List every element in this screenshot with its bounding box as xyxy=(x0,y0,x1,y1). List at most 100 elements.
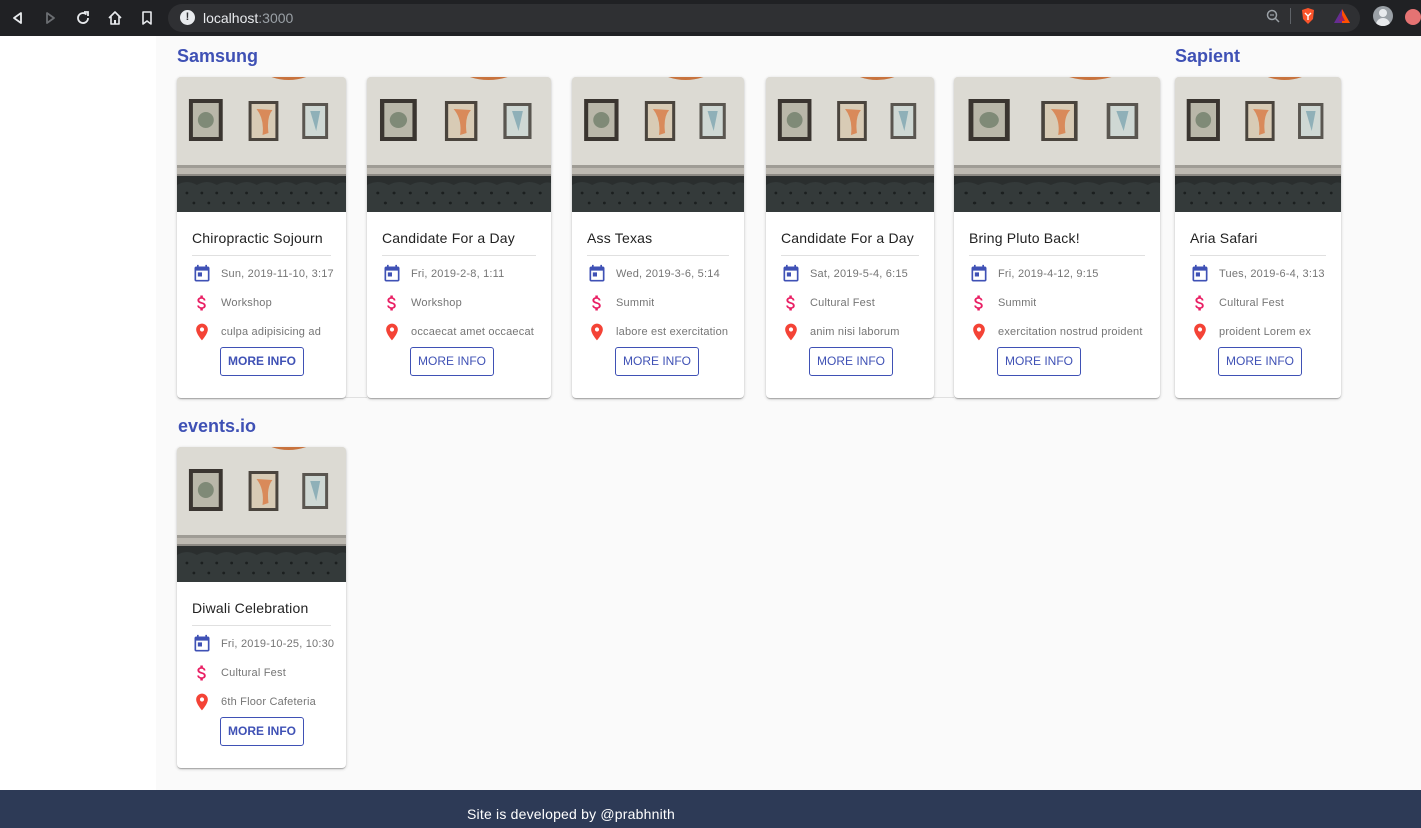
event-date-row: Fri, 2019-10-25, 10:30 xyxy=(192,634,342,654)
profile-avatar[interactable] xyxy=(1373,6,1393,26)
event-location: anim nisi laborum xyxy=(810,326,900,338)
dollar-icon xyxy=(974,295,983,311)
more-info-button[interactable]: MORE INFO xyxy=(615,347,699,376)
back-icon[interactable] xyxy=(6,6,30,30)
bookmark-icon[interactable] xyxy=(135,6,159,30)
event-image xyxy=(177,447,346,582)
card-divider xyxy=(192,625,331,626)
location-pin-icon xyxy=(591,323,603,341)
browser-toolbar: ! localhost:3000 xyxy=(0,0,1421,36)
event-type-row: Summit xyxy=(969,293,1156,313)
more-info-button[interactable]: MORE INFO xyxy=(809,347,893,376)
event-location-row: labore est exercitation xyxy=(587,322,740,342)
event-type: Summit xyxy=(998,297,1037,309)
more-info-button[interactable]: MORE INFO xyxy=(220,717,304,746)
event-date: Fri, 2019-2-8, 1:11 xyxy=(411,268,505,280)
event-date-row: Sun, 2019-11-10, 3:17 xyxy=(192,264,342,284)
company-title: events.io xyxy=(178,416,257,436)
bat-rewards-icon[interactable] xyxy=(1333,8,1351,24)
event-location: 6th Floor Cafeteria xyxy=(221,696,316,708)
event-date-row: Tues, 2019-6-4, 3:13 xyxy=(1190,264,1337,284)
event-card: Bring Pluto Back! Fri, 2019-4-12, 9:15 S… xyxy=(954,77,1160,398)
event-location-row: culpa adipisicing ad xyxy=(192,322,342,342)
url-text[interactable]: localhost:3000 xyxy=(203,10,293,26)
event-location: proident Lorem ex xyxy=(1219,326,1312,338)
event-type: Summit xyxy=(616,297,655,309)
calendar-icon xyxy=(384,264,400,282)
event-location: occaecat amet occaecat xyxy=(411,326,535,338)
location-pin-icon xyxy=(386,323,398,341)
location-pin-icon xyxy=(196,323,208,341)
toolbar-separator xyxy=(1290,8,1291,24)
card-divider xyxy=(587,255,729,256)
event-type: Workshop xyxy=(411,297,462,309)
dollar-icon xyxy=(592,295,601,311)
dollar-icon xyxy=(387,295,396,311)
event-card: Ass Texas Wed, 2019-3-6, 5:14 Summit lab… xyxy=(572,77,744,398)
left-blank-area xyxy=(0,36,156,790)
event-title: Candidate For a Day xyxy=(382,230,515,246)
event-location-row: occaecat amet occaecat xyxy=(382,322,547,342)
more-info-button[interactable]: MORE INFO xyxy=(410,347,494,376)
home-icon[interactable] xyxy=(103,6,127,30)
dollar-icon xyxy=(786,295,795,311)
event-location: culpa adipisicing ad xyxy=(221,326,322,338)
event-type: Cultural Fest xyxy=(221,667,286,679)
extension-icon[interactable] xyxy=(1405,9,1421,25)
event-type-row: Workshop xyxy=(382,293,547,313)
event-date: Fri, 2019-4-12, 9:15 xyxy=(998,268,1099,280)
event-image xyxy=(766,77,934,212)
event-type: Cultural Fest xyxy=(810,297,875,309)
card-divider xyxy=(1190,255,1326,256)
company-title: Sapient xyxy=(1175,46,1241,66)
site-info-icon[interactable]: ! xyxy=(180,10,195,25)
event-type: Cultural Fest xyxy=(1219,297,1284,309)
dollar-icon xyxy=(197,295,206,311)
event-type: Workshop xyxy=(221,297,272,309)
event-date: Fri, 2019-10-25, 10:30 xyxy=(221,638,335,650)
calendar-icon xyxy=(1192,264,1208,282)
event-title: Candidate For a Day xyxy=(781,230,914,246)
calendar-icon xyxy=(194,634,210,652)
location-pin-icon xyxy=(1194,323,1206,341)
brave-shield-icon[interactable] xyxy=(1300,7,1316,25)
company-title: Samsung xyxy=(177,46,259,66)
location-pin-icon xyxy=(973,323,985,341)
event-location: labore est exercitation xyxy=(616,326,729,338)
event-title: Chiropractic Sojourn xyxy=(192,230,323,246)
event-card: Candidate For a Day Sat, 2019-5-4, 6:15 … xyxy=(766,77,934,398)
event-date: Tues, 2019-6-4, 3:13 xyxy=(1219,268,1325,280)
event-date-row: Fri, 2019-4-12, 9:15 xyxy=(969,264,1156,284)
more-info-button[interactable]: MORE INFO xyxy=(1218,347,1302,376)
event-image xyxy=(572,77,744,212)
event-type-row: Cultural Fest xyxy=(1190,293,1337,313)
event-card: Chiropractic Sojourn Sun, 2019-11-10, 3:… xyxy=(177,77,346,398)
more-info-button[interactable]: MORE INFO xyxy=(997,347,1081,376)
event-card: Aria Safari Tues, 2019-6-4, 3:13 Cultura… xyxy=(1175,77,1341,398)
event-type-row: Summit xyxy=(587,293,740,313)
event-date: Sat, 2019-5-4, 6:15 xyxy=(810,268,908,280)
forward-icon[interactable] xyxy=(38,6,62,30)
location-pin-icon xyxy=(785,323,797,341)
url-port: :3000 xyxy=(258,10,294,26)
reload-icon[interactable] xyxy=(71,6,95,30)
event-title: Aria Safari xyxy=(1190,230,1258,246)
event-card: Diwali Celebration Fri, 2019-10-25, 10:3… xyxy=(177,447,346,768)
event-location: exercitation nostrud proident xyxy=(998,326,1143,338)
event-type-row: Cultural Fest xyxy=(192,663,342,683)
calendar-icon xyxy=(589,264,605,282)
location-pin-icon xyxy=(196,693,208,711)
zoom-icon[interactable] xyxy=(1266,9,1280,23)
card-divider xyxy=(382,255,536,256)
event-title: Ass Texas xyxy=(587,230,653,246)
address-bar[interactable]: ! localhost:3000 xyxy=(168,4,1360,32)
calendar-icon xyxy=(971,264,987,282)
event-location-row: exercitation nostrud proident xyxy=(969,322,1156,342)
event-image xyxy=(177,77,346,212)
more-info-button[interactable]: MORE INFO xyxy=(220,347,304,376)
calendar-icon xyxy=(783,264,799,282)
row-divider xyxy=(345,397,367,398)
event-title: Diwali Celebration xyxy=(192,600,309,616)
event-type-row: Cultural Fest xyxy=(781,293,930,313)
calendar-icon xyxy=(194,264,210,282)
